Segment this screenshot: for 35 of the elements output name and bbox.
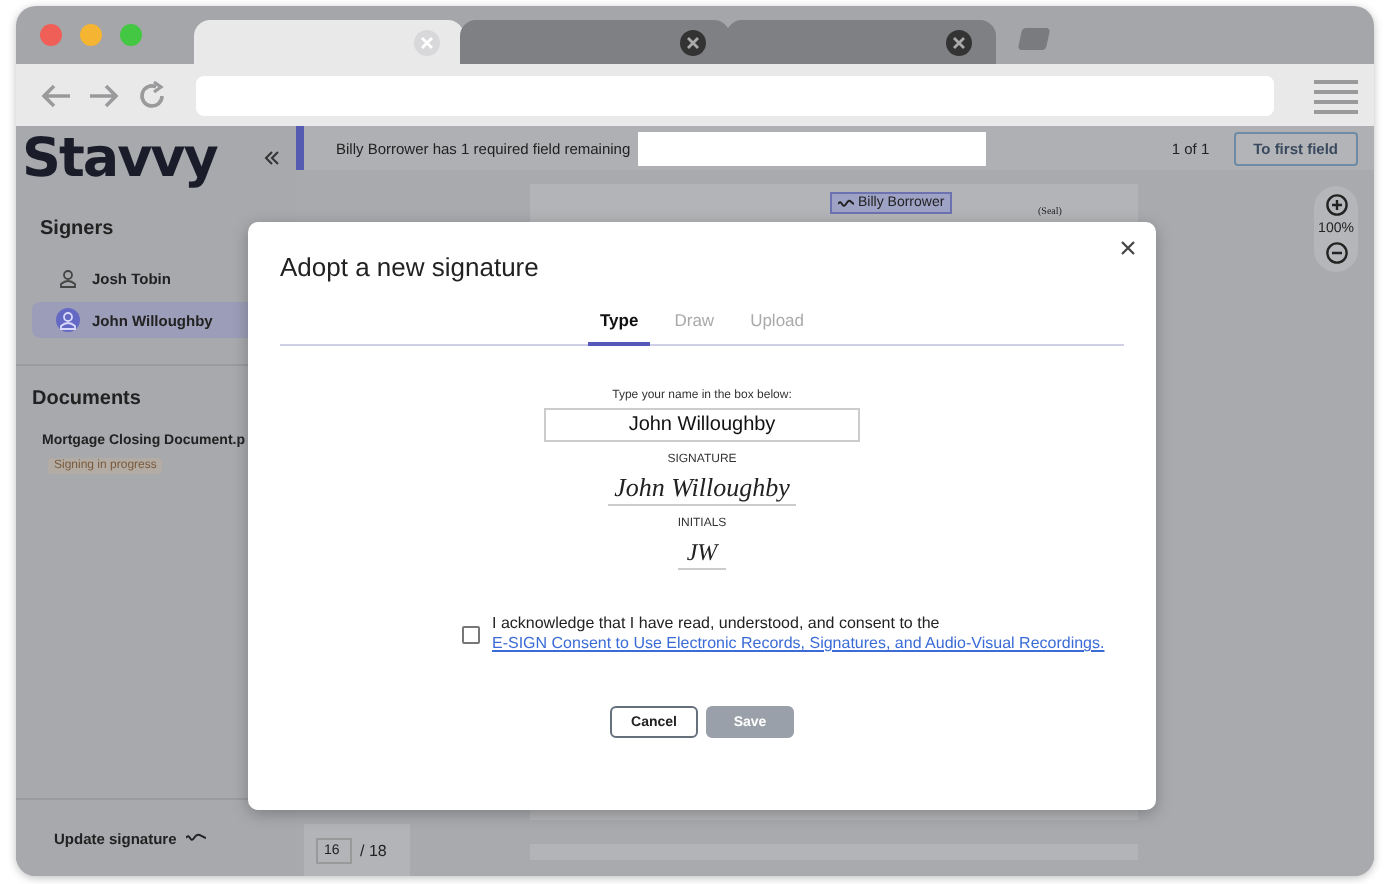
collapse-icon <box>264 150 280 166</box>
logo[interactable]: Stavvy <box>22 127 217 189</box>
window-control-dot[interactable] <box>120 24 142 46</box>
close-icon <box>1120 240 1136 256</box>
reload-icon <box>136 79 168 111</box>
signature-icon <box>186 832 207 844</box>
name-input[interactable]: John Willoughby <box>544 408 860 442</box>
close-icon <box>680 29 706 55</box>
tab[interactable]: Type <box>588 302 651 346</box>
close-icon <box>414 29 440 55</box>
dialog-title: Adopt a new signature <box>280 252 539 282</box>
zoom-in-icon <box>1325 194 1347 216</box>
back-icon <box>40 81 72 109</box>
consent-link[interactable]: E-SIGN Consent to Use Electronic Records, Signatures, and Audio-Visual Recordings. <box>492 634 1105 652</box>
page-total: / 18 <box>360 841 387 859</box>
initials-preview: JW <box>678 538 726 570</box>
forward-icon <box>88 81 120 109</box>
browser-tab[interactable] <box>726 20 996 64</box>
consent-checkbox[interactable] <box>462 625 480 643</box>
signature-icon <box>838 197 854 209</box>
section-heading: Signers <box>40 218 116 240</box>
zoom-out-icon <box>1325 242 1347 264</box>
menu-icon <box>1314 77 1358 113</box>
consent-text: I acknowledge that I have read, understood, and consent to the E-SIGN Consent to Use Electronic Records, Signatures, and Audio-Visual Recordings. <box>492 614 1105 654</box>
person-icon <box>60 311 76 329</box>
close-icon <box>946 29 972 55</box>
signature-preview: John Willoughby <box>608 472 796 506</box>
input-field[interactable] <box>638 131 987 165</box>
person-icon <box>60 269 76 287</box>
window-control-dot[interactable] <box>40 24 62 46</box>
window-control-dot[interactable] <box>80 24 102 46</box>
browser-tab[interactable] <box>460 20 730 64</box>
section-heading: Documents <box>32 388 143 410</box>
browser-tab[interactable] <box>194 20 464 64</box>
new-tab-button[interactable] <box>1017 28 1051 50</box>
